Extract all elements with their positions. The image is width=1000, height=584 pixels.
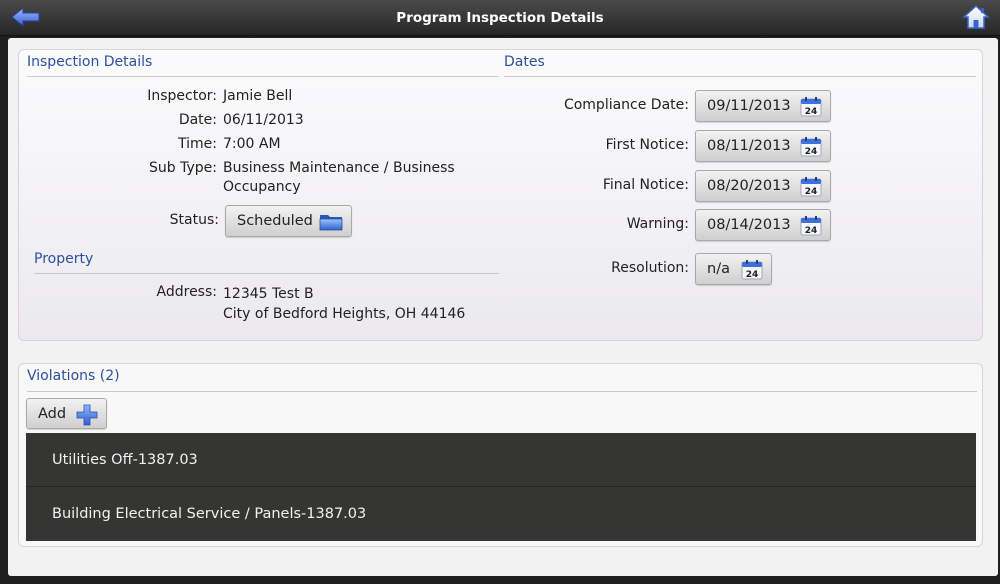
folder-icon [319, 212, 343, 236]
compliance-date-button[interactable]: 09/11/2013 24 [695, 90, 831, 122]
home-button[interactable] [954, 0, 998, 34]
first-notice-value: 08/11/2013 [707, 138, 791, 154]
divider [34, 273, 499, 274]
address-label: Address: [156, 284, 217, 300]
top-bar: Program Inspection Details [0, 0, 1000, 36]
violation-item[interactable]: Building Electrical Service / Panels-138… [26, 487, 976, 541]
calendar-day: 24 [805, 107, 818, 117]
add-label: Add [38, 405, 67, 422]
violations-heading: Violations (2) [27, 368, 120, 384]
inspector-label: Inspector: [147, 88, 217, 104]
page-title: Program Inspection Details [396, 10, 604, 26]
details-panel: Inspection Details Inspector: Jamie Bell… [18, 49, 983, 341]
compliance-date-value: 09/11/2013 [707, 98, 791, 114]
calendar-icon: 24 [800, 177, 822, 201]
plus-icon [76, 404, 98, 430]
calendar-icon: 24 [741, 260, 763, 284]
resolution-button[interactable]: n/a 24 [695, 253, 772, 285]
address-line-2: City of Bedford Heights, OH 44146 [223, 306, 466, 322]
subtype-value: Business Maintenance / Business Occupanc… [223, 159, 455, 197]
status-button[interactable]: Scheduled [225, 205, 352, 237]
property-heading: Property [34, 251, 94, 267]
status-value: Scheduled [237, 213, 313, 229]
calendar-icon: 24 [800, 216, 822, 240]
divider [27, 76, 499, 77]
date-value: 06/11/2013 [223, 112, 304, 128]
dates-heading: Dates [504, 54, 545, 70]
final-notice-button[interactable]: 08/20/2013 24 [695, 170, 831, 202]
resolution-label: Resolution: [611, 260, 689, 276]
resolution-value: n/a [707, 261, 730, 277]
first-notice-label: First Notice: [605, 137, 689, 153]
warning-value: 08/14/2013 [707, 217, 791, 233]
inspector-value: Jamie Bell [223, 88, 293, 104]
compliance-date-label: Compliance Date: [563, 97, 689, 113]
add-violation-button[interactable]: Add [26, 398, 107, 429]
violation-list: Utilities Off-1387.03 Building Electrica… [26, 433, 976, 541]
divider [504, 76, 976, 77]
page-content: Inspection Details Inspector: Jamie Bell… [8, 38, 998, 576]
calendar-day: 24 [746, 270, 759, 280]
calendar-day: 24 [805, 147, 818, 157]
warning-button[interactable]: 08/14/2013 24 [695, 209, 831, 241]
inspection-details-heading: Inspection Details [27, 54, 153, 70]
subtype-line-1: Business Maintenance / Business [223, 160, 455, 176]
time-value: 7:00 AM [223, 136, 281, 152]
final-notice-value: 08/20/2013 [707, 178, 791, 194]
subtype-line-2: Occupancy [223, 179, 301, 195]
final-notice-label: Final Notice: [602, 177, 689, 193]
status-label: Status: [169, 212, 219, 228]
address-line-1: 12345 Test B [223, 286, 314, 302]
violations-panel: Violations (2) Add Utilities Off-1387.03 [18, 363, 983, 547]
subtype-label: Sub Type: [149, 160, 217, 176]
warning-label: Warning: [626, 216, 689, 232]
calendar-icon: 24 [800, 97, 822, 121]
calendar-day: 24 [805, 226, 818, 236]
first-notice-button[interactable]: 08/11/2013 24 [695, 130, 831, 162]
divider [27, 391, 977, 392]
calendar-day: 24 [805, 187, 818, 197]
home-icon [962, 4, 990, 29]
address-value: 12345 Test B City of Bedford Heights, OH… [223, 284, 465, 324]
calendar-icon: 24 [800, 137, 822, 161]
violation-item[interactable]: Utilities Off-1387.03 [26, 433, 976, 487]
time-label: Time: [178, 136, 217, 152]
date-label: Date: [178, 112, 217, 128]
